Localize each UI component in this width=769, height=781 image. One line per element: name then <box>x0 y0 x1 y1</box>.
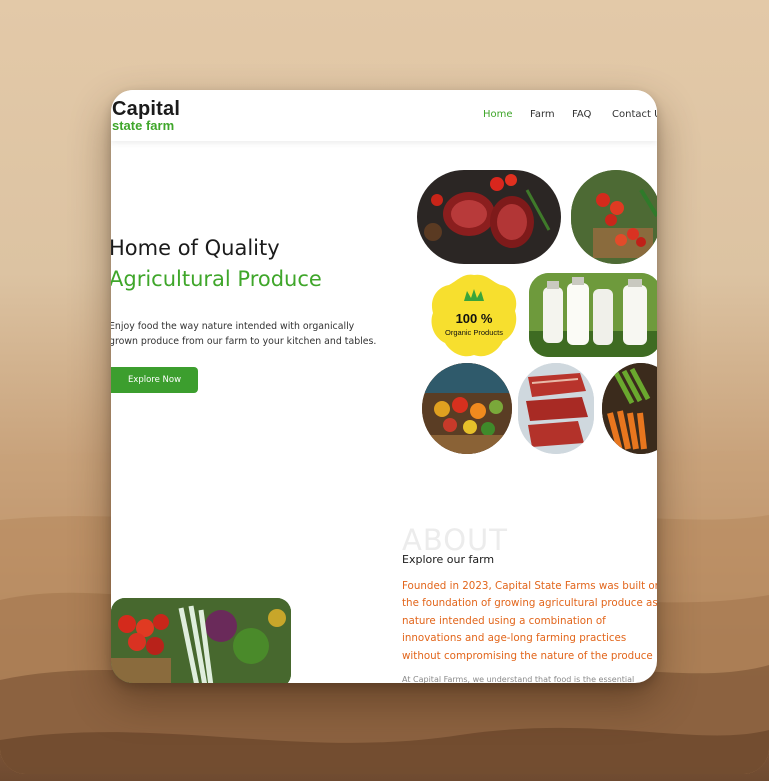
website-card: Capital state farm Home Farm FAQ Contact… <box>111 90 657 683</box>
hero-lede: Enjoy food the way nature intended with … <box>111 319 389 349</box>
about-subtitle: Explore our farm <box>402 553 495 566</box>
vegetable-basket-photo-icon <box>111 598 291 683</box>
badge-percent: 100 % <box>455 311 493 326</box>
tomato-basket-photo-icon <box>571 170 657 264</box>
steak-photo-icon <box>417 170 561 264</box>
milk-bottles-photo-icon <box>529 273 657 357</box>
about-body: Founded in 2023, Capital State Farms was… <box>402 580 657 662</box>
market-stall-photo-icon <box>422 363 512 454</box>
badge-label: Organic Products <box>445 328 503 337</box>
organic-badge: 100 % Organic Products <box>427 271 521 360</box>
carrots-peppers-photo-icon <box>602 363 657 454</box>
about-ghost-title: ABOUT <box>402 523 508 557</box>
about-next-line: At Capital Farms, we understand that foo… <box>402 675 635 683</box>
top-navbar: Capital state farm Home Farm FAQ Contact… <box>111 90 657 141</box>
hero-lede-line2: grown produce from our farm to your kitc… <box>111 336 377 347</box>
nav-faq[interactable]: FAQ <box>572 109 591 120</box>
hero-title-line1: Home of Quality <box>111 236 280 260</box>
nav-home[interactable]: Home <box>483 109 513 120</box>
explore-now-button[interactable]: Explore Now <box>111 367 198 393</box>
raw-meat-photo-icon <box>518 363 594 454</box>
logo-state-farm[interactable]: state farm <box>112 118 174 133</box>
nav-farm[interactable]: Farm <box>530 109 555 120</box>
hero-lede-line1: Enjoy food the way nature intended with … <box>111 321 355 332</box>
hero-title-line2: Agricultural Produce <box>111 267 322 291</box>
nav-contact[interactable]: Contact U <box>612 109 657 120</box>
